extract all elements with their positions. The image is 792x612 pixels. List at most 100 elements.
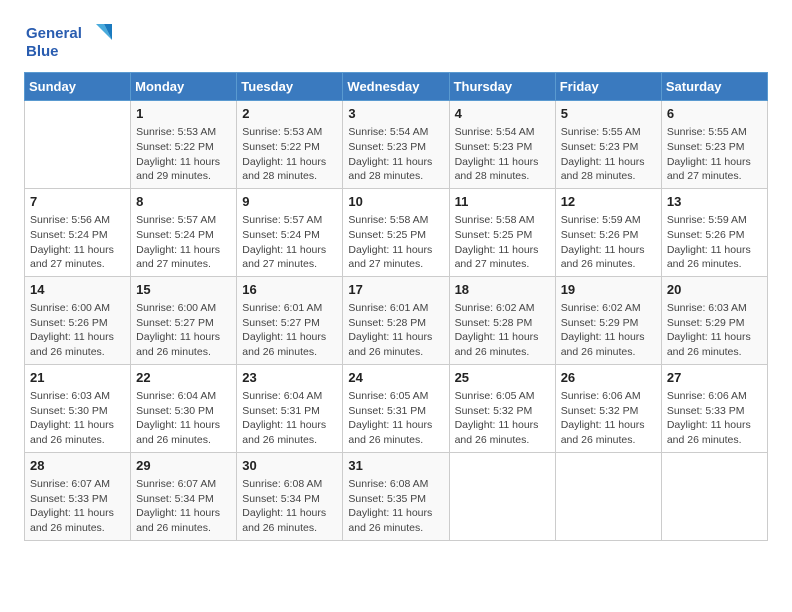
col-header-tuesday: Tuesday <box>237 73 343 101</box>
day-info: Sunrise: 5:57 AM Sunset: 5:24 PM Dayligh… <box>136 213 231 272</box>
day-number: 31 <box>348 457 443 475</box>
calendar-cell: 29 Sunrise: 6:07 AM Sunset: 5:34 PM Dayli… <box>131 452 237 540</box>
day-info: Sunrise: 5:59 AM Sunset: 5:26 PM Dayligh… <box>561 213 656 272</box>
calendar-cell: 30 Sunrise: 6:08 AM Sunset: 5:34 PM Dayli… <box>237 452 343 540</box>
col-header-wednesday: Wednesday <box>343 73 449 101</box>
calendar-cell: 18 Sunrise: 6:02 AM Sunset: 5:28 PM Dayli… <box>449 276 555 364</box>
calendar-cell: 22Sunrise: 6:04 AM Sunset: 5:30 PM Dayli… <box>131 364 237 452</box>
day-number: 26 <box>561 369 656 387</box>
day-info: Sunrise: 5:54 AM Sunset: 5:23 PM Dayligh… <box>455 125 550 184</box>
calendar-cell: 27Sunrise: 6:06 AM Sunset: 5:33 PM Dayli… <box>661 364 767 452</box>
col-header-thursday: Thursday <box>449 73 555 101</box>
col-header-monday: Monday <box>131 73 237 101</box>
calendar-cell <box>555 452 661 540</box>
day-number: 8 <box>136 193 231 211</box>
calendar-week-4: 21Sunrise: 6:03 AM Sunset: 5:30 PM Dayli… <box>25 364 768 452</box>
day-info: Sunrise: 5:57 AM Sunset: 5:24 PM Dayligh… <box>242 213 337 272</box>
day-number: 7 <box>30 193 125 211</box>
day-info: Sunrise: 5:55 AM Sunset: 5:23 PM Dayligh… <box>561 125 656 184</box>
day-info: Sunrise: 6:06 AM Sunset: 5:32 PM Dayligh… <box>561 389 656 448</box>
day-number: 11 <box>455 193 550 211</box>
day-info: Sunrise: 6:07 AM Sunset: 5:33 PM Dayligh… <box>30 477 125 536</box>
day-info: Sunrise: 5:54 AM Sunset: 5:23 PM Dayligh… <box>348 125 443 184</box>
calendar-cell: 19 Sunrise: 6:02 AM Sunset: 5:29 PM Dayli… <box>555 276 661 364</box>
day-info: Sunrise: 6:04 AM Sunset: 5:31 PM Dayligh… <box>242 389 337 448</box>
day-info: Sunrise: 5:59 AM Sunset: 5:26 PM Dayligh… <box>667 213 762 272</box>
calendar-cell: 25 Sunrise: 6:05 AM Sunset: 5:32 PM Dayli… <box>449 364 555 452</box>
day-info: Sunrise: 6:07 AM Sunset: 5:34 PM Dayligh… <box>136 477 231 536</box>
day-info: Sunrise: 6:01 AM Sunset: 5:27 PM Dayligh… <box>242 301 337 360</box>
calendar-cell: 11 Sunrise: 5:58 AM Sunset: 5:25 PM Dayli… <box>449 188 555 276</box>
day-number: 22 <box>136 369 231 387</box>
day-number: 14 <box>30 281 125 299</box>
svg-text:General: General <box>26 25 82 42</box>
day-number: 20 <box>667 281 762 299</box>
day-number: 28 <box>30 457 125 475</box>
day-number: 19 <box>561 281 656 299</box>
day-number: 29 <box>136 457 231 475</box>
day-number: 30 <box>242 457 337 475</box>
calendar-cell: 14 Sunrise: 6:00 AM Sunset: 5:26 PM Dayli… <box>25 276 131 364</box>
day-info: Sunrise: 6:01 AM Sunset: 5:28 PM Dayligh… <box>348 301 443 360</box>
calendar-cell: 26 Sunrise: 6:06 AM Sunset: 5:32 PM Dayli… <box>555 364 661 452</box>
calendar-table: SundayMondayTuesdayWednesdayThursdayFrid… <box>24 72 768 541</box>
day-number: 15 <box>136 281 231 299</box>
calendar-cell: 10 Sunrise: 5:58 AM Sunset: 5:25 PM Dayli… <box>343 188 449 276</box>
calendar-cell: 9 Sunrise: 5:57 AM Sunset: 5:24 PM Daylig… <box>237 188 343 276</box>
day-info: Sunrise: 6:05 AM Sunset: 5:32 PM Dayligh… <box>455 389 550 448</box>
day-number: 9 <box>242 193 337 211</box>
day-info: Sunrise: 6:05 AM Sunset: 5:31 PM Dayligh… <box>348 389 443 448</box>
calendar-header-row: SundayMondayTuesdayWednesdayThursdayFrid… <box>25 73 768 101</box>
day-number: 18 <box>455 281 550 299</box>
day-info: Sunrise: 6:08 AM Sunset: 5:35 PM Dayligh… <box>348 477 443 536</box>
day-number: 17 <box>348 281 443 299</box>
calendar-cell: 6Sunrise: 5:55 AM Sunset: 5:23 PM Daylig… <box>661 101 767 189</box>
calendar-cell: 1Sunrise: 5:53 AM Sunset: 5:22 PM Daylig… <box>131 101 237 189</box>
calendar-cell: 28 Sunrise: 6:07 AM Sunset: 5:33 PM Dayli… <box>25 452 131 540</box>
calendar-cell <box>661 452 767 540</box>
day-info: Sunrise: 5:58 AM Sunset: 5:25 PM Dayligh… <box>348 213 443 272</box>
day-info: Sunrise: 5:56 AM Sunset: 5:24 PM Dayligh… <box>30 213 125 272</box>
calendar-cell: 20 Sunrise: 6:03 AM Sunset: 5:29 PM Dayli… <box>661 276 767 364</box>
day-number: 21 <box>30 369 125 387</box>
calendar-cell <box>25 101 131 189</box>
calendar-cell: 2 Sunrise: 5:53 AM Sunset: 5:22 PM Daylig… <box>237 101 343 189</box>
calendar-week-5: 28 Sunrise: 6:07 AM Sunset: 5:33 PM Dayli… <box>25 452 768 540</box>
day-number: 1 <box>136 105 231 123</box>
day-info: Sunrise: 6:02 AM Sunset: 5:29 PM Dayligh… <box>561 301 656 360</box>
calendar-week-2: 7 Sunrise: 5:56 AM Sunset: 5:24 PM Daylig… <box>25 188 768 276</box>
day-number: 25 <box>455 369 550 387</box>
day-info: Sunrise: 6:02 AM Sunset: 5:28 PM Dayligh… <box>455 301 550 360</box>
col-header-friday: Friday <box>555 73 661 101</box>
calendar-cell: 12Sunrise: 5:59 AM Sunset: 5:26 PM Dayli… <box>555 188 661 276</box>
day-info: Sunrise: 5:53 AM Sunset: 5:22 PM Dayligh… <box>242 125 337 184</box>
day-info: Sunrise: 6:08 AM Sunset: 5:34 PM Dayligh… <box>242 477 337 536</box>
logo-svg: General Blue <box>24 20 114 62</box>
day-number: 3 <box>348 105 443 123</box>
calendar-week-1: 1 Sunrise: 5:53 AM Sunset: 5:22 PM Daylig… <box>25 101 768 189</box>
day-number: 6 <box>667 105 762 123</box>
calendar-cell: 8 Sunrise: 5:57 AM Sunset: 5:24 PM Daylig… <box>131 188 237 276</box>
page-header: General Blue <box>24 20 768 62</box>
calendar-cell: 16 Sunrise: 6:01 AM Sunset: 5:27 PM Dayli… <box>237 276 343 364</box>
calendar-cell: 4 Sunrise: 5:54 AM Sunset: 5:23 PM Daylig… <box>449 101 555 189</box>
day-number: 24 <box>348 369 443 387</box>
calendar-cell: 21Sunrise: 6:03 AM Sunset: 5:30 PM Dayli… <box>25 364 131 452</box>
day-info: Sunrise: 5:58 AM Sunset: 5:25 PM Dayligh… <box>455 213 550 272</box>
day-number: 5 <box>561 105 656 123</box>
calendar-cell: 5 Sunrise: 5:55 AM Sunset: 5:23 PM Daylig… <box>555 101 661 189</box>
calendar-cell: 13 Sunrise: 5:59 AM Sunset: 5:26 PM Dayli… <box>661 188 767 276</box>
day-info: Sunrise: 6:00 AM Sunset: 5:26 PM Dayligh… <box>30 301 125 360</box>
day-number: 16 <box>242 281 337 299</box>
day-number: 13 <box>667 193 762 211</box>
day-info: Sunrise: 6:03 AM Sunset: 5:29 PM Dayligh… <box>667 301 762 360</box>
day-number: 10 <box>348 193 443 211</box>
day-number: 2 <box>242 105 337 123</box>
calendar-cell <box>449 452 555 540</box>
calendar-week-3: 14 Sunrise: 6:00 AM Sunset: 5:26 PM Dayli… <box>25 276 768 364</box>
day-number: 23 <box>242 369 337 387</box>
logo: General Blue <box>24 20 114 62</box>
col-header-sunday: Sunday <box>25 73 131 101</box>
day-number: 4 <box>455 105 550 123</box>
calendar-cell: 23 Sunrise: 6:04 AM Sunset: 5:31 PM Dayli… <box>237 364 343 452</box>
